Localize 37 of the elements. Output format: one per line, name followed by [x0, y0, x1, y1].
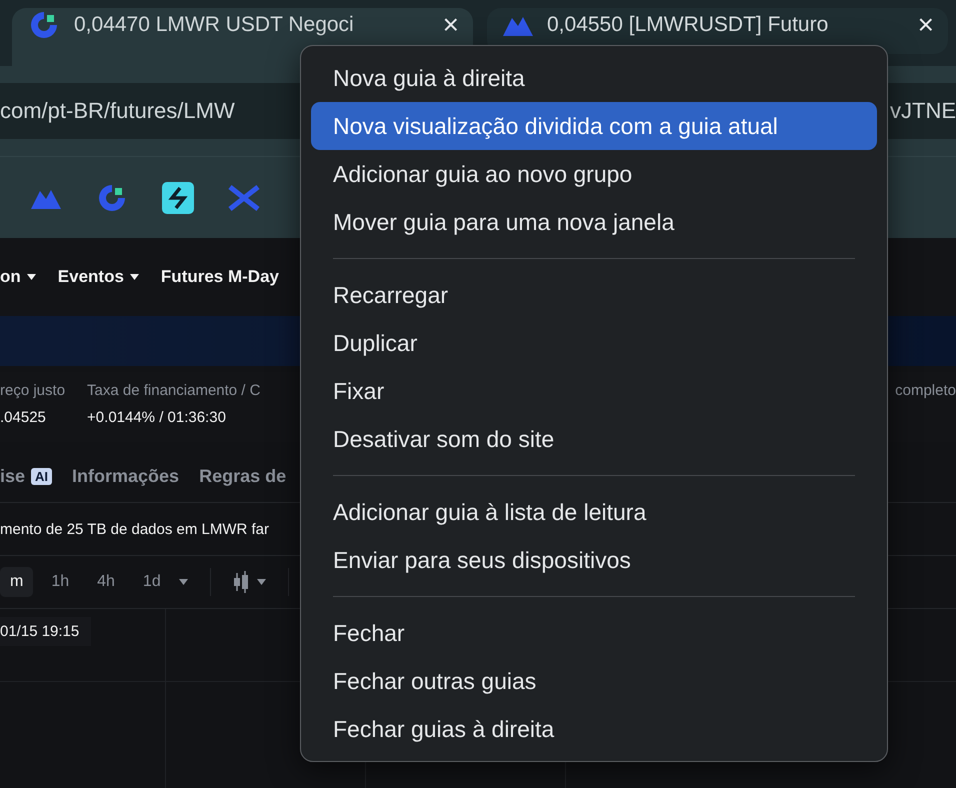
section-tab[interactable]: Informações: [72, 466, 180, 486]
bookmark-icon[interactable]: [162, 182, 194, 214]
section-tab[interactable]: Regras de: [199, 466, 286, 486]
stat-label: Taxa de financiamento / C: [87, 382, 260, 399]
menu-item[interactable]: Adicionar guia à lista de leitura: [311, 488, 877, 536]
caret-icon: [256, 579, 266, 585]
interval-button[interactable]: 4h: [87, 567, 125, 597]
menu-item[interactable]: Desativar som do site: [311, 415, 877, 463]
caret-icon: [178, 579, 188, 585]
menu-item[interactable]: Nova visualização dividida com a guia atual: [311, 102, 877, 150]
news-headline[interactable]: mento de 25 TB de dados em LMWR far: [0, 520, 270, 538]
nav-link[interactable]: Futures M-Day: [160, 267, 279, 287]
stat-label: completo: [895, 382, 956, 401]
menu-item[interactable]: Fechar: [311, 609, 877, 657]
menu-item[interactable]: Enviar para seus dispositivos: [311, 536, 877, 584]
interval-button[interactable]: 1h: [41, 567, 80, 597]
close-icon[interactable]: ×: [918, 11, 934, 39]
interval-button[interactable]: m: [0, 567, 34, 597]
stat-value: .04525: [0, 409, 47, 426]
menu-item[interactable]: Fechar guias à direita: [311, 705, 877, 753]
menu-item[interactable]: Duplicar: [311, 319, 877, 367]
nav-link[interactable]: Eventos: [58, 267, 139, 287]
candlestick-icon[interactable]: [232, 571, 249, 593]
nav-link[interactable]: on: [0, 267, 36, 287]
menu-item[interactable]: Adicionar guia ao novo grupo: [311, 150, 877, 198]
menu-item[interactable]: Fixar: [311, 367, 877, 415]
stat-label: reço justo: [0, 382, 66, 399]
menu-item[interactable]: Fechar outras guias: [311, 657, 877, 705]
close-icon[interactable]: ×: [442, 11, 459, 39]
ai-badge: AI: [31, 468, 52, 484]
interval-button[interactable]: 1d: [132, 567, 171, 597]
menu-item[interactable]: Mover guia para uma nova janela: [311, 198, 877, 246]
section-tab[interactable]: ise: [0, 466, 26, 486]
menu-item[interactable]: Recarregar: [311, 271, 877, 319]
logo-icon: [28, 9, 60, 41]
time-label: 01/15 19:15: [0, 617, 92, 646]
stat-value: +0.0144% / 01:36:30: [87, 409, 227, 426]
